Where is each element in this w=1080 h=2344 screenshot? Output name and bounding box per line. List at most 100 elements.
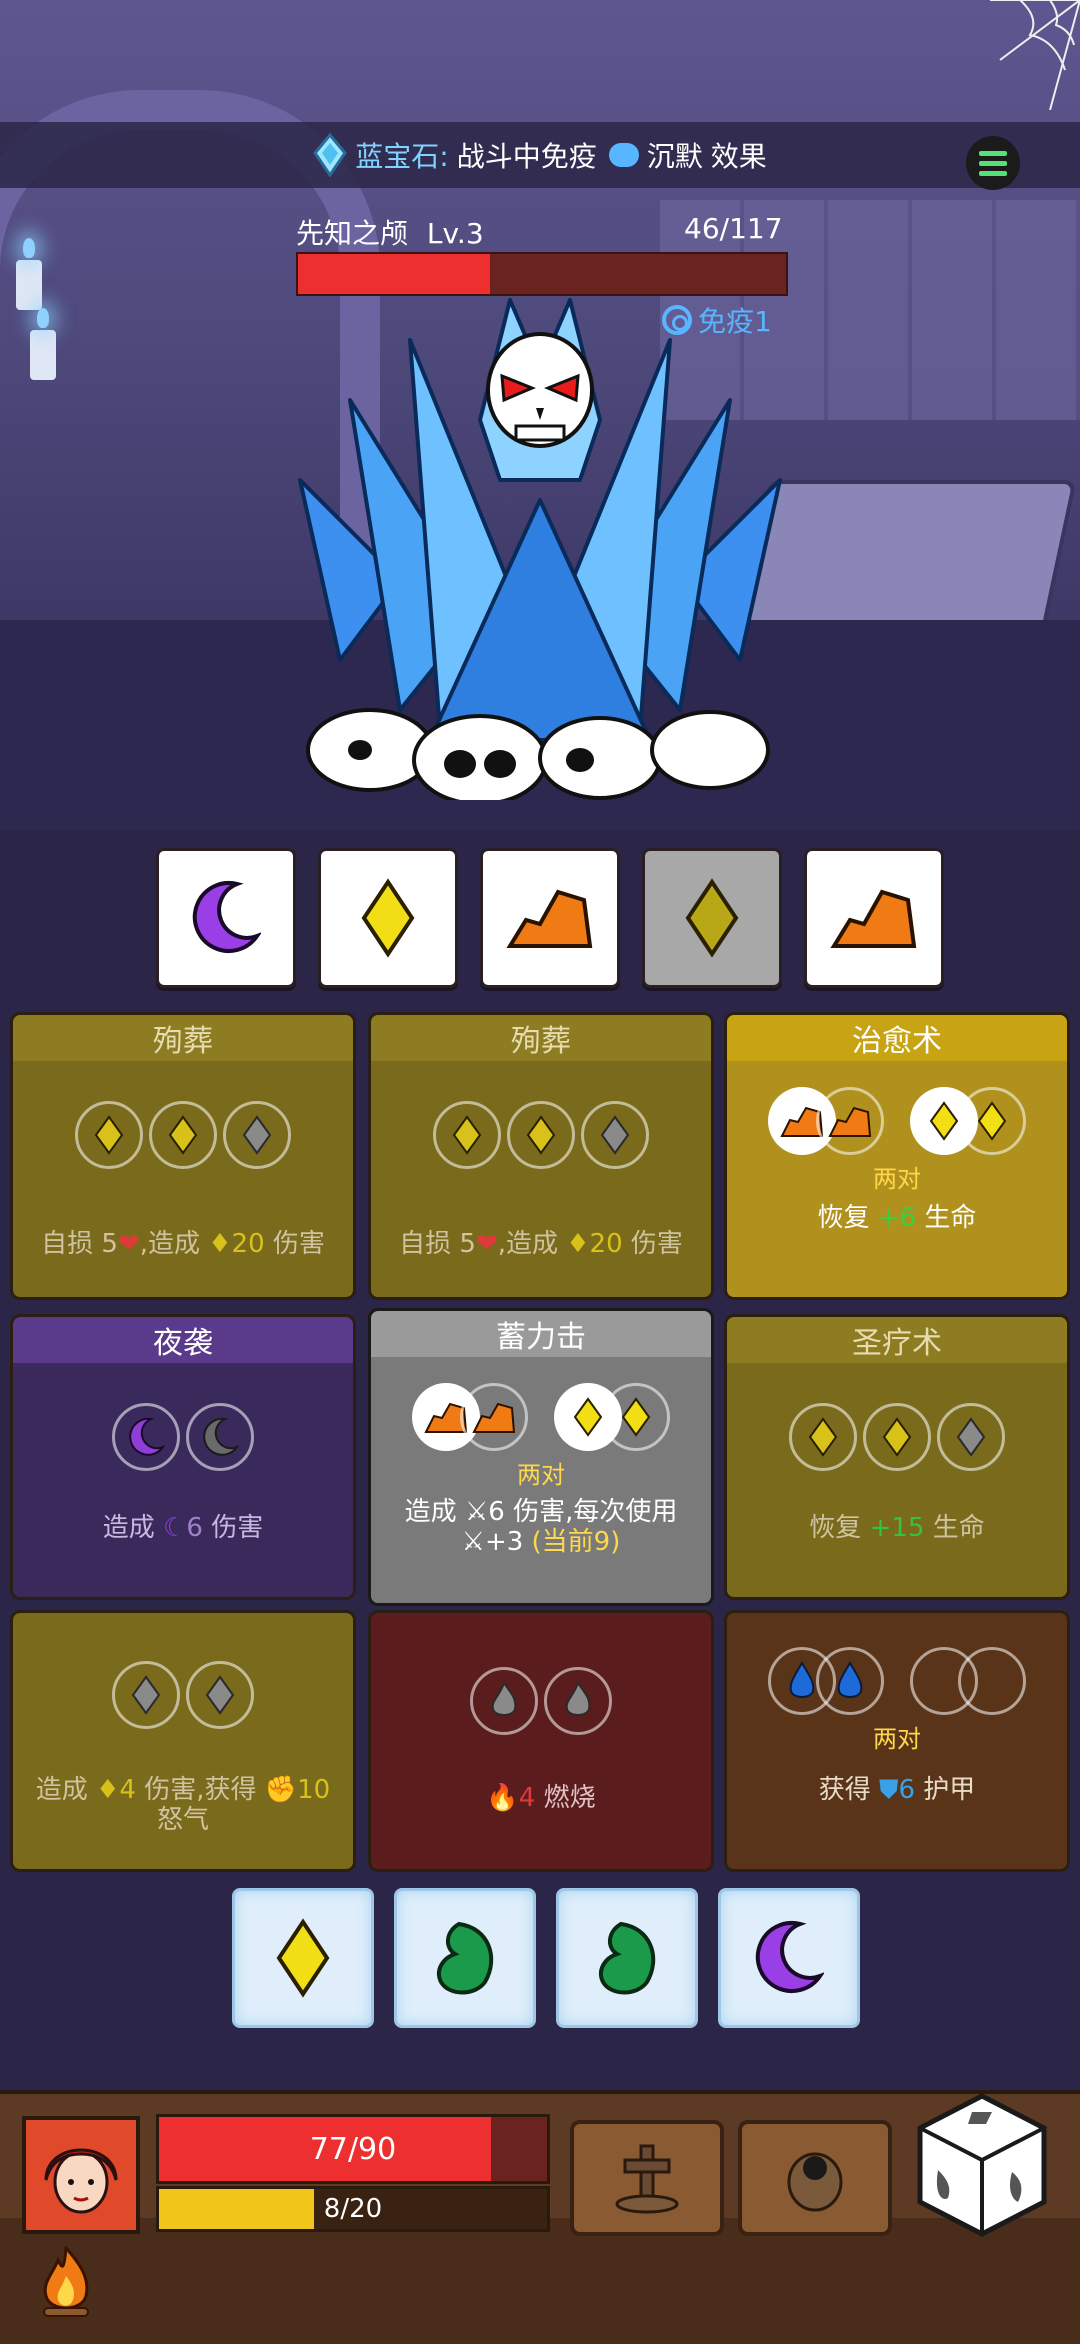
enemy-die-moon <box>156 848 296 988</box>
enemy-die-diamond <box>318 848 458 988</box>
diamond-icon <box>808 1417 838 1457</box>
diamond-icon <box>205 1675 235 1715</box>
skill-card-holy-heal[interactable]: 圣疗术 恢复 +15 生命 <box>724 1314 1070 1600</box>
flame-icon <box>491 1681 517 1716</box>
dice-slot[interactable] <box>937 1403 1005 1471</box>
dice-slot[interactable] <box>186 1661 254 1729</box>
relic-effect-text: 战斗中免疫 <box>456 140 597 173</box>
dice-slot[interactable] <box>507 1101 575 1169</box>
skill-card-heal[interactable]: 治愈术 两对 恢复 +6 生命 <box>724 1012 1070 1300</box>
damage-value: 6 <box>488 1497 505 1527</box>
damage-value: 20 <box>589 1229 623 1259</box>
diamond-icon <box>168 1115 198 1155</box>
diamond-icon <box>361 878 415 958</box>
candle-icon <box>16 238 42 310</box>
menu-line-icon <box>979 160 1007 166</box>
menu-line-icon <box>979 150 1007 156</box>
self-damage-text: 自损 5 <box>399 1229 476 1259</box>
dice-slot[interactable] <box>816 1087 884 1155</box>
moon-icon <box>129 1417 165 1456</box>
dice-slot[interactable] <box>186 1403 254 1471</box>
skill-card-burn[interactable]: 🔥4 燃烧 <box>368 1610 714 1872</box>
player-die-diamond[interactable] <box>232 1888 374 2028</box>
desc-text: 伤害 <box>630 1229 683 1259</box>
skill-card-night-raid[interactable]: 夜袭 造成 ☾6 伤害 <box>10 1314 356 1600</box>
relic-name: 蓝宝石: <box>355 140 449 173</box>
player-die-leaf[interactable] <box>556 1888 698 2028</box>
dice-slot[interactable] <box>470 1667 538 1735</box>
dice-slot[interactable] <box>223 1101 291 1169</box>
dice-slot[interactable] <box>112 1661 180 1729</box>
menu-button[interactable] <box>966 136 1020 190</box>
desc-text: 伤害 <box>211 1513 264 1543</box>
dice-slot[interactable] <box>544 1667 612 1735</box>
grave-cross-icon <box>615 2144 679 2214</box>
candle-icon <box>30 308 56 380</box>
self-damage-text: 自损 5 <box>41 1229 118 1259</box>
player-dice-row <box>232 1888 860 2028</box>
heart-icon: ❤ <box>117 1229 140 1259</box>
skill-card-power-strike[interactable]: 蓄力击 两对 造成 ⚔6 伤害,每次使用 ⚔+3 (当前9) <box>368 1308 714 1606</box>
desc-text: 恢复 <box>809 1513 862 1543</box>
desc-text: 燃烧 <box>543 1783 596 1813</box>
crystal-skull-boss[interactable] <box>280 280 800 800</box>
dice-slot[interactable] <box>863 1403 931 1471</box>
card-description: 自损 5❤,造成 ♦20 伤害 <box>13 1229 353 1259</box>
urn-button[interactable] <box>738 2120 892 2236</box>
dice-slot[interactable] <box>581 1101 649 1169</box>
dice-slot[interactable] <box>602 1383 670 1451</box>
enemy-die-rock <box>480 848 620 988</box>
relic-effect-banner: 蓝宝石: 战斗中免疫 沉默 效果 <box>0 122 1080 188</box>
desc-text: 生命 <box>932 1513 985 1543</box>
roll-dice-button[interactable] <box>912 2090 1052 2240</box>
diamond-icon <box>276 1918 330 1998</box>
dice-slot[interactable] <box>75 1101 143 1169</box>
diamond-icon <box>452 1115 482 1155</box>
skill-card-armor[interactable]: 两对 获得 ⛊6 护甲 <box>724 1610 1070 1872</box>
player-die-leaf[interactable] <box>394 1888 536 2028</box>
campfire-icon[interactable] <box>36 2246 96 2320</box>
desc-text: 获得 <box>818 1775 871 1805</box>
card-description: 造成 ⚔6 伤害,每次使用 ⚔+3 (当前9) <box>371 1497 711 1557</box>
card-title: 殉葬 <box>371 1015 711 1061</box>
sword-icon: ⚔ <box>464 1497 489 1527</box>
enemy-name-text: 先知之颅 <box>296 217 409 250</box>
skill-card-rage-strike[interactable]: 造成 ♦4 伤害,获得 ✊10 怒气 <box>10 1610 356 1872</box>
water-drop-icon <box>837 1661 863 1698</box>
dice-slot[interactable] <box>816 1647 884 1715</box>
sword-icon: ⚔ <box>461 1527 485 1557</box>
grave-button[interactable] <box>570 2120 724 2236</box>
rock-icon <box>828 1106 872 1137</box>
leaf-icon <box>436 1921 494 1995</box>
menu-line-icon <box>979 170 1007 176</box>
dice-slot[interactable] <box>460 1383 528 1451</box>
skill-card-sacrifice[interactable]: 殉葬 自损 5❤,造成 ♦20 伤害 <box>10 1012 356 1300</box>
bonus-value: +3 <box>484 1527 524 1557</box>
skill-card-sacrifice[interactable]: 殉葬 自损 5❤,造成 ♦20 伤害 <box>368 1012 714 1300</box>
desc-text: 伤害,每次使用 <box>513 1497 678 1527</box>
skill-card-grid: 殉葬 自损 5❤,造成 ♦20 伤害 殉葬 自损 5❤,造成 ♦20 伤害 治愈… <box>0 1000 1080 1880</box>
player-avatar[interactable] <box>22 2116 140 2234</box>
diamond-icon <box>526 1115 556 1155</box>
diamond-icon <box>573 1397 603 1437</box>
fist-icon: ✊ <box>264 1775 298 1805</box>
card-title: 夜袭 <box>13 1317 353 1363</box>
player-die-moon[interactable] <box>718 1888 860 2028</box>
desc-text: ,造成 <box>497 1229 558 1259</box>
current-value: (当前9) <box>531 1527 621 1557</box>
diamond-icon <box>977 1101 1007 1141</box>
shield-icon: ⛊ <box>878 1775 899 1805</box>
leaf-icon <box>598 1921 656 1995</box>
dice-slot[interactable] <box>112 1403 180 1471</box>
dice-slot[interactable] <box>958 1087 1026 1155</box>
enemy-die-diamond <box>642 848 782 988</box>
desc-text: 伤害,获得 <box>144 1775 257 1805</box>
damage-value: 6 <box>186 1513 203 1543</box>
water-drop-icon <box>789 1661 815 1698</box>
dice-slot[interactable] <box>433 1101 501 1169</box>
dice-slot[interactable] <box>149 1101 217 1169</box>
dice-slot[interactable] <box>958 1647 1026 1715</box>
diamond-icon <box>882 1417 912 1457</box>
damage-value: 4 <box>119 1775 136 1805</box>
dice-slot[interactable] <box>789 1403 857 1471</box>
